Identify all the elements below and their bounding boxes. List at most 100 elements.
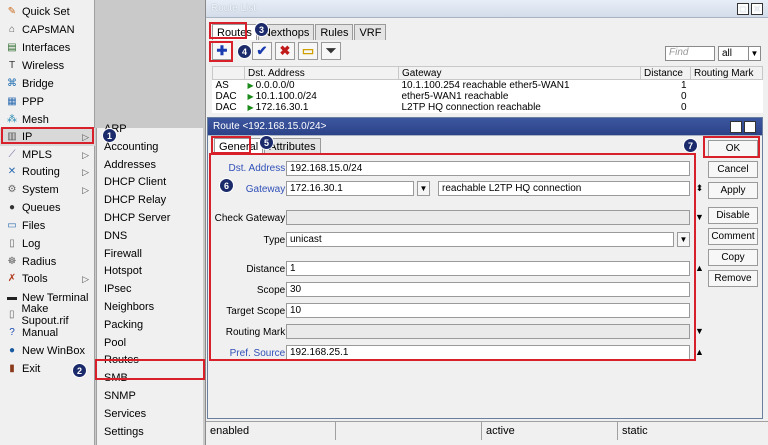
scope-label: Scope: bbox=[256, 285, 288, 296]
filter-icon[interactable]: ⏷ bbox=[321, 42, 341, 60]
disable-icon[interactable]: ✖ bbox=[275, 42, 295, 60]
route-list-titlebar[interactable]: Route List □ ✕ bbox=[206, 0, 768, 18]
route-list-toolbar: ✚ ✔ ✖ ▭ ⏷ bbox=[212, 42, 341, 60]
submenu-item-settings[interactable]: Settings bbox=[97, 422, 204, 442]
restore-icon[interactable]: □ bbox=[730, 121, 742, 133]
menu-item-files[interactable]: ▭ Files bbox=[0, 217, 95, 235]
menu-item-mpls[interactable]: ⟋ MPLS ▷ bbox=[0, 146, 95, 164]
row-gateway: L2TP HQ connection reachable bbox=[401, 102, 541, 113]
route-dialog: Route <192.168.15.0/24> □ ✕ General Attr… bbox=[207, 117, 763, 419]
menu-item-label: Radius bbox=[22, 256, 57, 268]
check-gateway-select[interactable] bbox=[286, 210, 690, 225]
tab-rules[interactable]: Rules bbox=[315, 24, 354, 40]
ok-button[interactable]: OK bbox=[708, 140, 758, 157]
row-flags: DAC bbox=[215, 102, 237, 113]
step-badge: 3 bbox=[254, 22, 269, 37]
gateway-dropdown-icon[interactable]: ▼ bbox=[417, 181, 430, 196]
route-dialog-titlebar[interactable]: Route <192.168.15.0/24> □ ✕ bbox=[208, 118, 762, 136]
menu-item-ip[interactable]: ▥ IP ▷ bbox=[0, 128, 95, 146]
menu-item-new-winbox[interactable]: ● New WinBox bbox=[0, 342, 95, 360]
filter-select[interactable]: all ▼ bbox=[718, 46, 761, 61]
menu-item-ppp[interactable]: ▦ PPP bbox=[0, 93, 95, 111]
chevron-down-icon[interactable]: ▼ bbox=[677, 232, 690, 247]
copy-button[interactable]: Copy bbox=[708, 249, 758, 266]
col-flags[interactable] bbox=[212, 66, 245, 80]
menu-item-label: IP bbox=[22, 131, 33, 143]
supout-icon: ▯ bbox=[8, 309, 15, 320]
target-scope-input[interactable]: 10 bbox=[286, 303, 690, 318]
menu-item-radius[interactable]: ☸ Radius bbox=[0, 253, 95, 271]
routes-table: Dst. Address Gateway Distance Routing Ma… bbox=[212, 66, 763, 113]
menu-item-routing[interactable]: ✕ Routing ▷ bbox=[0, 163, 95, 181]
row-gateway: ether5-WAN1 reachable bbox=[401, 91, 509, 102]
add-icon[interactable]: ✚ bbox=[212, 42, 232, 60]
find-input[interactable]: Find bbox=[665, 46, 715, 61]
chevron-down-icon: ▼ bbox=[748, 47, 760, 60]
tab-routes[interactable]: Routes bbox=[212, 24, 257, 40]
exit-icon: ▮ bbox=[9, 363, 15, 374]
tab-vrf[interactable]: VRF bbox=[354, 24, 387, 40]
menu-item-wireless[interactable]: T Wireless bbox=[0, 57, 95, 75]
row-gateway: 10.1.100.254 reachable ether5-WAN1 bbox=[401, 80, 570, 91]
close-icon[interactable]: ✕ bbox=[751, 3, 763, 15]
menu-item-manual[interactable]: ? Manual bbox=[0, 324, 95, 342]
system-icon: ⚙ bbox=[7, 184, 17, 195]
remove-button[interactable]: Remove bbox=[708, 270, 758, 287]
tab-general[interactable]: General bbox=[214, 138, 264, 154]
chevron-up-icon[interactable]: ▲ bbox=[693, 262, 706, 275]
menu-item-label: Bridge bbox=[22, 78, 54, 90]
row-dst: ▶ 10.1.100.0/24 bbox=[245, 91, 399, 102]
menu-item-make-supout-rif[interactable]: ▯ Make Supout.rif bbox=[0, 303, 95, 327]
comment-icon[interactable]: ▭ bbox=[298, 42, 318, 60]
menu-item-bridge[interactable]: ⌘ Bridge bbox=[0, 75, 95, 93]
chevron-right-icon: ▷ bbox=[82, 131, 89, 142]
close-icon[interactable]: ✕ bbox=[744, 121, 756, 133]
menu-item-tools[interactable]: ✗ Tools ▷ bbox=[0, 270, 95, 288]
col-routing-mark[interactable]: Routing Mark bbox=[690, 66, 763, 80]
table-row[interactable]: DAC ▶ 172.16.30.1 L2TP HQ connection reac… bbox=[213, 102, 763, 113]
route-list-tabs: Routes Nexthops Rules VRF bbox=[212, 24, 387, 40]
chevron-up-icon[interactable]: ▲ bbox=[693, 346, 706, 359]
chevron-right-icon: ▷ bbox=[82, 273, 89, 284]
gateway-input[interactable]: 172.16.30.1 bbox=[286, 181, 414, 196]
row-mark bbox=[691, 80, 763, 92]
menu-item-system[interactable]: ⚙ System ▷ bbox=[0, 181, 95, 199]
tools-icon: ✗ bbox=[7, 273, 17, 284]
menu-item-label: Log bbox=[22, 238, 41, 250]
chevron-right-icon: ▷ bbox=[82, 149, 89, 160]
table-row[interactable]: AS ▶ 0.0.0.0/0 10.1.100.254 reachable eth… bbox=[213, 80, 763, 92]
disable-button[interactable]: Disable bbox=[708, 207, 758, 224]
col-distance[interactable]: Distance bbox=[640, 66, 691, 80]
pref-source-input[interactable]: 192.168.25.1 bbox=[286, 345, 690, 360]
ip-submenu: ARP Accounting Addresses DHCP Client DHCP Re… bbox=[96, 123, 204, 445]
mpls-icon: ⟋ bbox=[8, 149, 16, 160]
menu-item-capsman[interactable]: ⌂ CAPsMAN bbox=[0, 21, 95, 39]
menu-item-label: Files bbox=[22, 220, 46, 232]
distance-input[interactable]: 1 bbox=[286, 261, 690, 276]
col-dst-address[interactable]: Dst. Address bbox=[244, 66, 399, 80]
enable-icon[interactable]: ✔ bbox=[252, 42, 272, 60]
chevron-down-icon[interactable]: ▼ bbox=[693, 211, 706, 224]
scope-input[interactable]: 30 bbox=[286, 282, 690, 297]
chevron-down-icon[interactable]: ▼ bbox=[693, 325, 706, 338]
comment-button[interactable]: Comment bbox=[708, 228, 758, 245]
menu-item-interfaces[interactable]: ▤ Interfaces bbox=[0, 39, 95, 57]
dst-address-input[interactable]: 192.168.15.0/24 bbox=[286, 161, 690, 176]
distance-label: Distance: bbox=[246, 264, 288, 275]
type-select[interactable]: unicast bbox=[286, 232, 674, 247]
apply-button[interactable]: Apply bbox=[708, 182, 758, 199]
menu-item-quick-set[interactable]: ✎ Quick Set bbox=[0, 3, 95, 21]
routing-mark-select[interactable] bbox=[286, 324, 690, 339]
restore-icon[interactable]: □ bbox=[737, 3, 749, 15]
wireless-icon: T bbox=[8, 60, 16, 71]
col-gateway[interactable]: Gateway bbox=[398, 66, 641, 80]
menu-item-queues[interactable]: ● Queues bbox=[0, 199, 95, 217]
status-blank bbox=[336, 422, 482, 440]
row-dst: ▶ 0.0.0.0/0 bbox=[245, 80, 399, 91]
cancel-button[interactable]: Cancel bbox=[708, 161, 758, 178]
menu-item-mesh[interactable]: ⁂ Mesh bbox=[0, 111, 95, 129]
menu-item-log[interactable]: ▯ Log bbox=[0, 235, 95, 253]
sort-updown-icon[interactable]: ⬍ bbox=[693, 182, 706, 195]
table-row[interactable]: DAC ▶ 10.1.100.0/24 ether5-WAN1 reachable… bbox=[213, 91, 763, 102]
route-flag-icon: ▶ bbox=[247, 92, 254, 101]
